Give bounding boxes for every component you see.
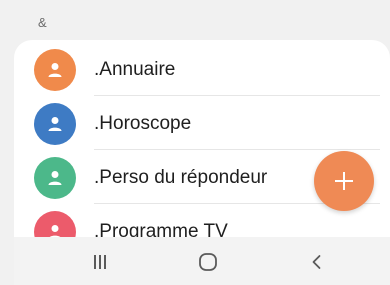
home-button[interactable] — [195, 249, 221, 275]
contact-name: .Horoscope — [94, 113, 192, 134]
contact-name: .Annuaire — [94, 59, 176, 80]
back-button[interactable] — [304, 249, 330, 275]
contact-avatar — [34, 49, 76, 91]
contact-avatar — [34, 103, 76, 145]
person-icon — [48, 117, 62, 131]
plus-icon — [335, 172, 353, 190]
contact-avatar — [34, 157, 76, 199]
contact-row-horoscope[interactable]: .Horoscope — [14, 96, 390, 150]
recent-apps-icon — [94, 255, 106, 269]
back-icon — [312, 255, 321, 269]
contacts-screen: & .Annuaire .Horoscope .Perso du réponde… — [0, 0, 390, 285]
section-header-letter: & — [38, 15, 47, 30]
recent-apps-button[interactable] — [87, 249, 113, 275]
contact-name: .Perso du répondeur — [94, 167, 268, 188]
person-icon — [48, 171, 62, 185]
person-icon — [48, 63, 62, 77]
contacts-list: .Annuaire .Horoscope .Perso du répondeur — [14, 40, 390, 245]
navigation-bar — [14, 237, 390, 285]
add-contact-button[interactable] — [314, 151, 374, 211]
contact-row-annuaire[interactable]: .Annuaire — [14, 42, 390, 96]
home-icon — [199, 253, 217, 271]
